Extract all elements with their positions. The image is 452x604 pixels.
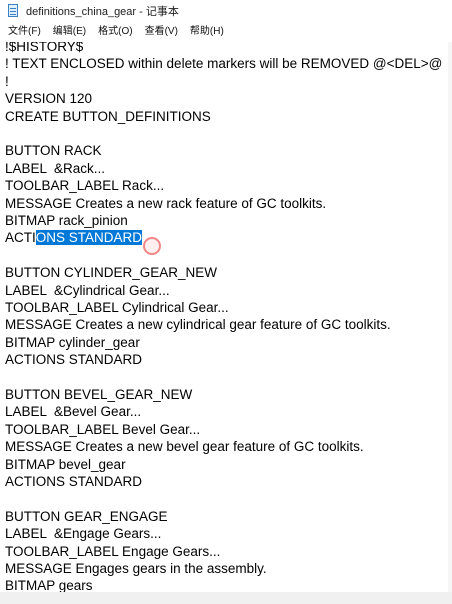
text-line: LABEL &Cylindrical Gear...	[5, 282, 170, 298]
menu-edit[interactable]: 编辑(E)	[47, 23, 92, 41]
text-line: ACTIONS STANDARD	[5, 229, 143, 246]
text-line: BITMAP bevel_gear	[5, 456, 126, 472]
text-line: BUTTON GEAR_ENGAGE	[5, 508, 168, 524]
menu-file[interactable]: 文件(F)	[0, 23, 47, 41]
text-line: LABEL &Bevel Gear...	[5, 404, 142, 420]
text-line: ! TEXT ENCLOSED within delete markers wi…	[5, 56, 443, 72]
text-line: TOOLBAR_LABEL Cylindrical Gear...	[5, 300, 229, 315]
text-line: TOOLBAR_LABEL Bevel Gear...	[5, 421, 201, 437]
text-line: LABEL &Engage Gears...	[5, 526, 162, 542]
text-line: !$HISTORY$	[5, 42, 84, 54]
text-line: BUTTON BEVEL_GEAR_NEW	[5, 387, 193, 402]
text-editor-area[interactable]: !$HISTORY$ ! TEXT ENCLOSED within delete …	[0, 42, 452, 604]
mouse-cursor-indicator	[143, 237, 161, 255]
text-line: LABEL &Rack...	[5, 160, 106, 176]
text-line: VERSION 120	[5, 91, 93, 107]
menu-view[interactable]: 查看(V)	[139, 23, 184, 41]
notepad-icon	[6, 4, 20, 18]
text-line: ACTIONS STANDARD	[5, 474, 143, 489]
text-line: TOOLBAR_LABEL Engage Gears...	[5, 543, 221, 559]
horizontal-scrollbar[interactable]	[0, 592, 452, 604]
text-line: MESSAGE Creates a new rack feature of GC…	[5, 195, 327, 211]
text-line: BUTTON RACK	[5, 143, 102, 159]
text-line: TOOLBAR_LABEL Rack...	[5, 178, 165, 194]
text-line: BITMAP cylinder_gear	[5, 334, 140, 350]
text-line: BUTTON CYLINDER_GEAR_NEW	[5, 265, 218, 281]
window-title: definitions_china_gear - 记事本	[26, 6, 179, 18]
vertical-scrollbar[interactable]	[448, 42, 452, 592]
text-line-unselected: ACTI	[5, 230, 36, 246]
menu-bar: 文件(F) 编辑(E) 格式(O) 查看(V) 帮助(H)	[0, 22, 452, 42]
text-line: MESSAGE Creates a new bevel gear feature…	[5, 439, 364, 455]
text-line: BITMAP rack_pinion	[5, 213, 128, 228]
text-line: ACTIONS STANDARD	[5, 352, 143, 368]
text-line: CREATE BUTTON_DEFINITIONS	[5, 108, 211, 124]
menu-help[interactable]: 帮助(H)	[184, 23, 230, 41]
menu-format[interactable]: 格式(O)	[92, 23, 138, 41]
text-line: MESSAGE Engages gears in the assembly.	[5, 561, 267, 576]
title-bar: definitions_china_gear - 记事本	[0, 0, 452, 22]
text-line: !	[5, 73, 9, 89]
selected-text[interactable]: ONS STANDARD	[35, 230, 143, 246]
text-line: MESSAGE Creates a new cylindrical gear f…	[5, 317, 391, 333]
